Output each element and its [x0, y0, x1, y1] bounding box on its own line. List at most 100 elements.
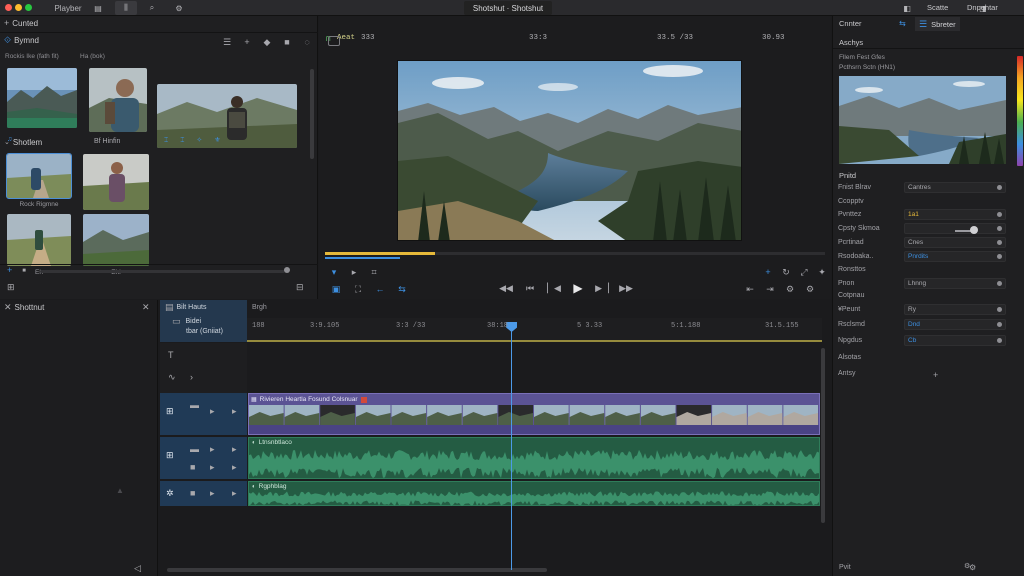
text-tool-icon[interactable]: T [168, 351, 174, 360]
aspect-ratio-icon[interactable] [328, 36, 340, 46]
undo-icon[interactable]: ← [373, 282, 387, 296]
play-small-icon[interactable]: ▸ [347, 265, 361, 279]
mute-icon[interactable]: ▸ [210, 407, 215, 416]
subsection-header[interactable]: ⌄ Shotlem [4, 138, 42, 147]
audio-more-icon[interactable]: ▸ [232, 463, 237, 472]
marker-icon[interactable]: ◆ [260, 35, 274, 49]
audio-record-icon[interactable]: ■ [190, 463, 195, 472]
solo-icon[interactable]: ▸ [232, 407, 237, 416]
close-window-button[interactable] [5, 4, 12, 11]
library-section[interactable]: ⟐ Bymnd [4, 36, 39, 46]
viewer-audio-meter [325, 257, 400, 259]
inspector-field-value[interactable]: Lhnng [904, 278, 1006, 289]
inspector-field-value[interactable]: Cb [904, 335, 1006, 346]
grid-view-icon[interactable]: ⊟ [296, 283, 304, 292]
clip-thumbnail-hiker-woman[interactable] [83, 154, 149, 210]
add-attribute-icon[interactable]: + [933, 370, 938, 380]
audio-clip-2[interactable]: ◐ Rgphblag [248, 481, 820, 506]
settings-icon-small[interactable]: ⚙ [964, 563, 970, 570]
browser-scrollbar[interactable] [310, 69, 314, 159]
timeline-project-header[interactable]: ▤ Bilt Hauts ▭ Bidei tbar (Gniiat) [160, 300, 247, 342]
rewind-icon[interactable]: ◀◀ [499, 281, 513, 295]
fast-forward-icon[interactable]: ▶▶ [619, 281, 633, 295]
snap-icon[interactable]: ⚙ [783, 282, 797, 296]
viewer-progress-track[interactable] [325, 252, 825, 255]
effects-icon[interactable]: ✦ [815, 265, 829, 279]
audio2-lock-icon[interactable]: ■ [190, 489, 195, 498]
previous-frame-icon[interactable]: ▏◀ [547, 281, 561, 295]
timeline-vertical-scrollbar[interactable] [821, 348, 825, 523]
inspector-field-value[interactable]: Ry [904, 304, 1006, 315]
audio-play-icon[interactable]: ▸ [210, 463, 215, 472]
timeline-horizontal-scrollbar[interactable] [167, 568, 547, 572]
retime-icon[interactable]: ↻ [779, 265, 793, 279]
add-marker-icon[interactable]: + [761, 265, 775, 279]
play-button[interactable]: ▶ [571, 281, 585, 295]
filter-icon[interactable]: ▾ [327, 265, 341, 279]
audio2-mute-icon[interactable]: ▸ [210, 489, 215, 498]
track-header-video[interactable]: ⊞ ▬ ▸ ▸ [160, 393, 247, 435]
timeline-close-icon[interactable]: ✕ [142, 303, 150, 312]
clip-thumbnail-hiker-profile[interactable] [89, 68, 147, 132]
thumbnail-zoom-handle[interactable] [284, 267, 290, 273]
image-icon[interactable]: ▣ [329, 282, 343, 296]
audio2-solo-icon[interactable]: ▸ [232, 489, 237, 498]
opacity-slider-handle[interactable] [970, 226, 978, 234]
clip-thumbnail-valley[interactable] [83, 214, 149, 266]
chevron-right-icon[interactable]: › [190, 373, 193, 382]
audio-lock-icon[interactable]: ▬ [190, 445, 199, 454]
inspector-tab-2[interactable]: ☰ Sbreter [915, 17, 960, 31]
add-icon[interactable]: + [240, 35, 254, 49]
inspector-field-value[interactable]: 1a1 [904, 209, 1006, 220]
out-point-icon[interactable]: ⇥ [763, 282, 777, 296]
thumbnail-zoom-slider[interactable] [40, 270, 285, 273]
zoom-window-button[interactable] [25, 4, 32, 11]
fullscreen-icon[interactable]: ⛶ [351, 282, 365, 296]
in-point-icon[interactable]: ⇤ [743, 282, 757, 296]
lock-icon[interactable]: ▬ [190, 401, 199, 410]
folder-icon[interactable]: ▤ [92, 1, 104, 15]
collapse-icon[interactable]: ◁ [134, 564, 141, 573]
video-clip[interactable]: ▦ Rivieren Heartla Fosund Colsnuar [248, 393, 820, 435]
inspector-field-value[interactable]: Pnrdits [904, 251, 1006, 262]
stop-icon[interactable]: ■ [280, 35, 294, 49]
timeline-tab[interactable]: ✕ Shottnut [4, 303, 44, 313]
inspector-pin-icon[interactable]: ⇆ [899, 19, 906, 28]
add-clip-icon[interactable]: + [7, 266, 12, 275]
audio-mute-icon[interactable]: ▸ [210, 445, 215, 454]
inspector-tab-1[interactable]: Cnnter [839, 19, 862, 28]
audio-clip-1[interactable]: ◐ Ltnsnbtlaco [248, 437, 820, 479]
transform-icon[interactable]: ⤢ [797, 265, 811, 279]
audio-solo-icon[interactable]: ▸ [232, 445, 237, 454]
crop-icon[interactable]: ⌗ [367, 265, 381, 279]
filmstrip-frame [427, 405, 462, 425]
inspector-field-value[interactable]: Dnd [904, 319, 1006, 330]
track-header-audio-2[interactable]: ✲ ■ ▸ ▸ [160, 481, 247, 506]
settings-circle-icon[interactable]: ◌ [300, 35, 314, 49]
step-back-icon[interactable]: ⏮ [523, 281, 537, 295]
zoom-small-icon[interactable]: ■ [22, 268, 26, 274]
menu-playber[interactable]: Playber [50, 1, 86, 15]
playhead[interactable] [506, 322, 518, 570]
audio-wave-icon[interactable]: ∿ [168, 373, 176, 382]
settings-gear-icon[interactable]: ⚙ [803, 282, 817, 296]
track-header-audio-1[interactable]: ⊞ ▬ ▸ ▸ ■ ▸ ▸ [160, 437, 247, 479]
list-view-icon[interactable]: ☰ [220, 35, 234, 49]
left-panel-toggle-icon[interactable]: ◧ [900, 1, 914, 15]
video-frame[interactable] [397, 60, 742, 241]
minimize-window-button[interactable] [15, 4, 22, 11]
settings-icon[interactable]: ⚙ [172, 1, 186, 15]
timeline-view-icon[interactable]: ⫼ [115, 1, 137, 15]
link-icon[interactable]: ⇆ [395, 282, 409, 296]
search-icon[interactable]: ⌕ [142, 1, 162, 15]
next-frame-icon[interactable]: ▶▕ [595, 281, 609, 295]
clip-thumbnail-lake[interactable] [7, 68, 77, 128]
clip-thumbnail-trail-walker[interactable] [7, 214, 71, 266]
browser-tab[interactable]: + Cunted [4, 19, 38, 29]
inspector-subtab[interactable]: Aschys [839, 38, 863, 47]
clip-thumbnail-road-walker[interactable] [6, 153, 72, 199]
inspector-field-value[interactable]: Cnes [904, 237, 1006, 248]
inspector-field-value[interactable] [904, 223, 1006, 234]
filmstrip-icon[interactable]: ⊞ [7, 283, 15, 292]
inspector-field-value[interactable]: Cantres [904, 182, 1006, 193]
